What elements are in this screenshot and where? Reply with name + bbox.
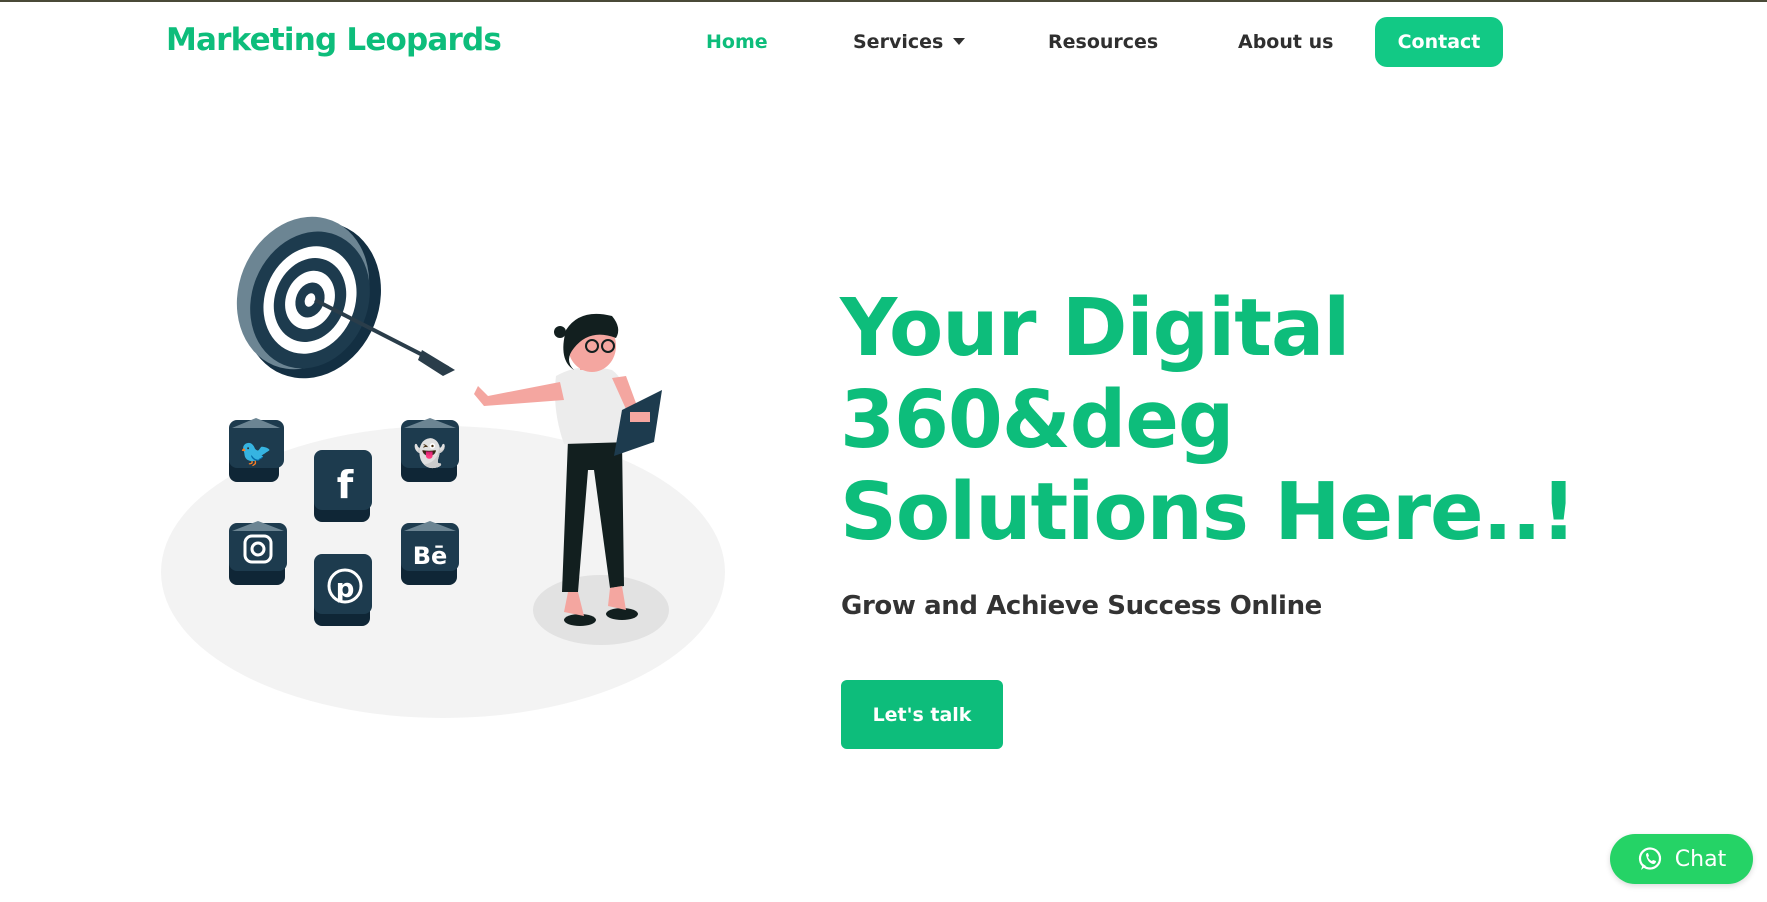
contact-button[interactable]: Contact [1375,17,1503,67]
hero-illustration: 🐦 f 👻 p Bē [161,216,725,718]
site-logo[interactable]: Marketing Leopards [166,22,502,58]
whatsapp-icon [1638,847,1661,870]
chat-label: Chat [1674,846,1727,872]
svg-text:Bē: Bē [413,542,448,570]
snapchat-icon: 👻 [401,418,459,482]
nav-home[interactable]: Home [706,31,768,53]
svg-text:👻: 👻 [414,437,446,469]
svg-text:p: p [336,574,355,604]
lets-talk-button[interactable]: Let's talk [841,680,1003,749]
nav-resources[interactable]: Resources [1048,31,1158,53]
svg-text:🐦: 🐦 [240,439,272,469]
top-border [0,0,1767,2]
headline-line-2: 360&deg [840,374,1234,466]
facebook-icon: f [314,450,372,522]
instagram-icon [229,521,287,585]
headline-line-3: Solutions Here..! [840,466,1577,558]
twitter-icon: 🐦 [229,418,284,482]
headline-line-1: Your Digital [840,282,1350,374]
nav-services[interactable]: Services [853,31,966,53]
figure-shadow [533,575,669,645]
hero-subheading: Grow and Achieve Success Online [841,591,1322,621]
pinterest-icon: p [314,554,372,626]
chat-button[interactable]: Chat [1610,834,1753,884]
nav-about[interactable]: About us [1238,31,1333,53]
hero-headline: Your Digital 360&deg Solutions Here..! [840,282,1600,558]
svg-text:f: f [337,463,354,507]
target-icon [236,216,381,379]
behance-icon: Bē [401,521,459,585]
chevron-down-icon [953,38,966,45]
nav-services-label: Services [853,31,944,53]
